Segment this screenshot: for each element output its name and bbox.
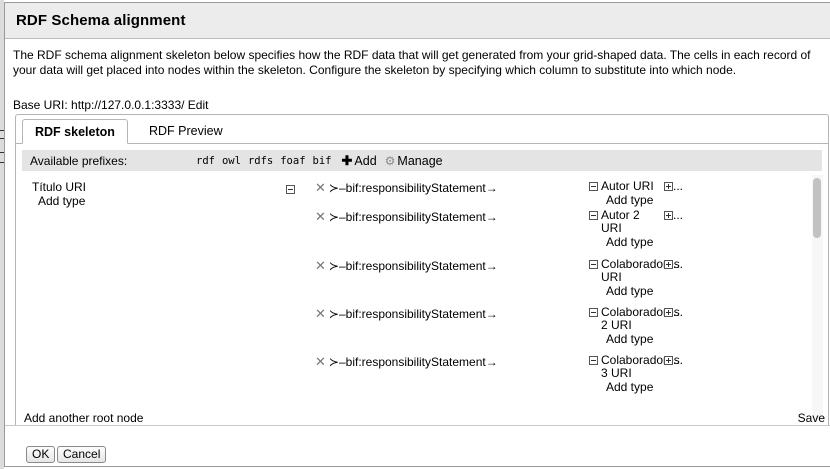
tabs-panel: RDF skeleton RDF Preview Available prefi… — [15, 114, 829, 425]
collapse-box-icon[interactable] — [589, 308, 598, 317]
ellipsis: ... — [673, 257, 684, 271]
ellipsis: ... — [673, 353, 684, 367]
dialog-title: RDF Schema alignment — [16, 12, 186, 29]
footer-divider — [5, 425, 830, 426]
manage-prefixes-button[interactable]: ⚙ Manage — [385, 154, 443, 168]
manage-prefixes-label: Manage — [397, 153, 443, 168]
prefix-owl[interactable]: owl — [222, 155, 241, 167]
property-link[interactable]: ≻–bif:responsibilityStatement→ — [329, 181, 498, 195]
target-node-name[interactable]: Colaboradores URI — [601, 258, 680, 284]
skeleton-area: Título URI Add type ✕ ≻–bif:responsibili… — [22, 179, 822, 425]
prefix-bar: Available prefixes: rdf owl rdfs foaf bi… — [22, 150, 822, 171]
add-prefix-label: Add — [354, 153, 377, 168]
collapse-box-icon[interactable] — [589, 211, 598, 220]
expand-box-icon[interactable] — [664, 356, 673, 365]
rdf-schema-alignment-dialog: RDF Schema alignment The RDF schema alig… — [4, 2, 830, 467]
x-remove-icon[interactable]: ✕ — [315, 354, 326, 370]
link-row: ✕ ≻–bif:responsibilityStatement→ — [315, 354, 498, 370]
target-node-name[interactable]: Colaboradores 3 URI — [601, 354, 680, 380]
collapse-box-icon[interactable] — [589, 356, 598, 365]
property-link[interactable]: ≻–bif:responsibilityStatement→ — [329, 307, 498, 321]
gear-icon: ⚙ — [384, 153, 396, 168]
x-remove-icon[interactable]: ✕ — [315, 209, 326, 225]
property-link[interactable]: ≻–bif:responsibilityStatement→ — [329, 210, 498, 224]
add-type-link[interactable]: Add type — [606, 194, 653, 207]
add-type-link[interactable]: Add type — [606, 236, 653, 249]
tab-rdf-skeleton[interactable]: RDF skeleton — [22, 119, 128, 144]
prefix-list: rdf owl rdfs foaf bif — [196, 155, 332, 167]
link-row: ✕ ≻–bif:responsibilityStatement→ — [315, 306, 498, 322]
tab-bar: RDF skeleton RDF Preview — [16, 115, 828, 144]
property-link[interactable]: ≻–bif:responsibilityStatement→ — [329, 355, 498, 369]
ok-button[interactable]: OK — [26, 446, 56, 463]
skeleton-scrollbar-thumb[interactable] — [813, 178, 821, 238]
tab-rdf-preview[interactable]: RDF Preview — [137, 119, 235, 144]
base-uri-label[interactable]: Base URI: http://127.0.0.1:3333/ Edit — [13, 98, 208, 112]
property-link[interactable]: ≻–bif:responsibilityStatement→ — [329, 259, 498, 273]
plus-icon: ✚ — [341, 152, 353, 168]
collapse-box-icon[interactable] — [286, 185, 295, 195]
target-node-name[interactable]: Autor 2 URI — [601, 209, 649, 235]
x-remove-icon[interactable]: ✕ — [315, 258, 326, 274]
dialog-description: The RDF schema alignment skeleton below … — [13, 48, 811, 77]
expand-box-icon[interactable] — [664, 260, 673, 269]
expand-box-icon[interactable] — [664, 182, 673, 191]
target-node-name[interactable]: Colaboradores 2 URI — [601, 306, 680, 332]
add-prefix-button[interactable]: ✚ Add — [342, 153, 377, 169]
expand-box-icon[interactable] — [664, 211, 673, 220]
root-add-type-link[interactable]: Add type — [38, 194, 85, 208]
available-prefixes-label: Available prefixes: — [30, 153, 128, 168]
prefix-rdfs[interactable]: rdfs — [248, 155, 273, 167]
link-row: ✕ ≻–bif:responsibilityStatement→ — [315, 258, 498, 274]
prefix-bif[interactable]: bif — [313, 155, 332, 167]
add-type-link[interactable]: Add type — [606, 333, 653, 346]
ellipsis: ... — [673, 305, 684, 319]
dialog-titlebar: RDF Schema alignment — [5, 3, 830, 39]
add-type-link[interactable]: Add type — [606, 381, 653, 394]
x-remove-icon[interactable]: ✕ — [315, 180, 326, 196]
add-root-node-link[interactable]: Add another root node — [24, 411, 143, 425]
ellipsis: ... — [673, 208, 684, 222]
target-node-name[interactable]: Autor URI — [601, 180, 661, 193]
prefix-rdf[interactable]: rdf — [196, 155, 215, 167]
link-row: ✕ ≻–bif:responsibilityStatement→ — [315, 209, 498, 225]
link-row: ✕ ≻–bif:responsibilityStatement→ — [315, 180, 498, 196]
add-type-link[interactable]: Add type — [606, 285, 653, 298]
root-node-title[interactable]: Título URI — [32, 180, 86, 194]
cancel-button[interactable]: Cancel — [57, 446, 107, 463]
ellipsis: ... — [673, 179, 684, 193]
prefix-foaf[interactable]: foaf — [280, 155, 305, 167]
save-link[interactable]: Save — [798, 411, 825, 425]
collapse-box-icon[interactable] — [589, 182, 598, 191]
expand-box-icon[interactable] — [664, 308, 673, 317]
collapse-box-icon[interactable] — [589, 260, 598, 269]
x-remove-icon[interactable]: ✕ — [315, 306, 326, 322]
